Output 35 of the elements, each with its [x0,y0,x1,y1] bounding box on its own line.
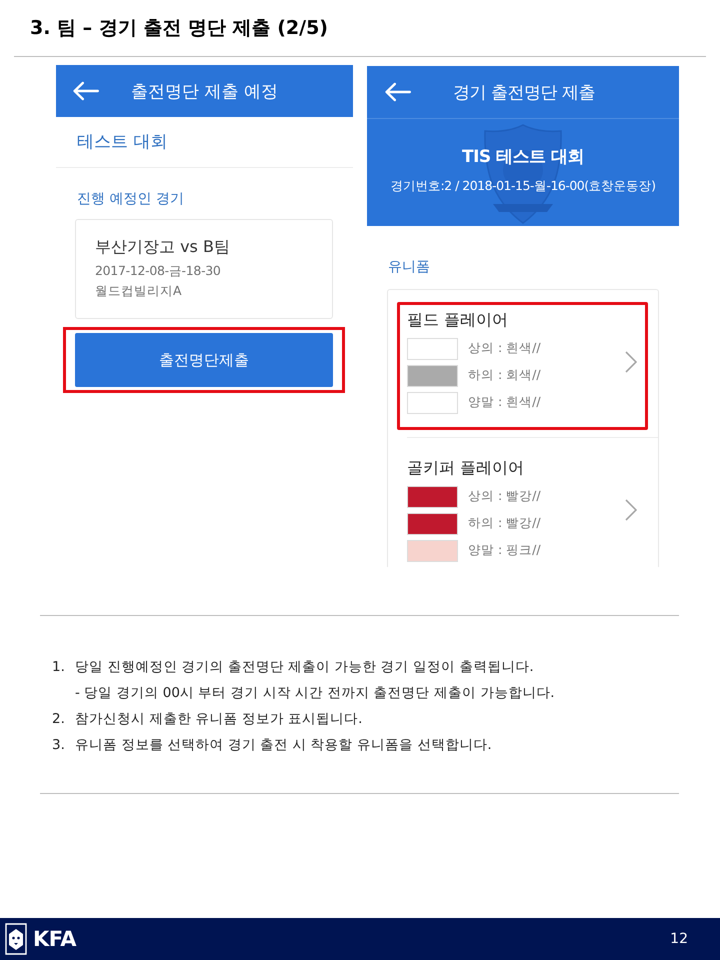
uniform-item-label: 하의 : 회색// [468,367,541,384]
header-title: 출전명단 제출 예정 [131,80,278,102]
note-text: 유니폼 정보를 선택하여 경기 출전 시 착용할 유니폼을 선택합니다. [75,736,492,755]
slide-title: 3. 팀 – 경기 출전 명단 제출 (2/5) [30,16,328,41]
banner-title: TIS 테스트 대회 [462,146,584,169]
section-label: 유니폼 [388,258,430,277]
page-number: 12 [670,931,688,947]
uniform-item-label: 상의 : 빨강// [468,488,541,505]
match-card[interactable]: 부산기장고 vs B팀 2017-12-08-금-18-30 월드컵빌리지A [75,219,333,319]
logo-text: KFA [33,927,76,951]
note-number: 3. [52,736,66,755]
uniform-group-title: 필드 플레이어 [407,309,508,331]
chevron-right-icon [625,351,637,373]
match-venue: 월드컵빌리지A [95,282,182,300]
chevron-right-icon [625,499,637,521]
section-label: 진행 예정인 경기 [77,190,184,209]
header-title: 경기 출전명단 제출 [453,82,595,104]
face-emblem-icon [5,923,27,955]
note-text: 참가신청시 제출한 유니폼 정보가 표시됩니다. [75,710,362,729]
note-number: 1. [52,658,66,677]
uniform-item-label: 양말 : 핑크// [468,542,541,559]
uniform-item-label: 양말 : 흰색// [468,394,541,411]
uniform-item-label: 하의 : 빨강// [468,515,541,532]
match-date: 2017-12-08-금-18-30 [95,262,221,280]
back-arrow-icon[interactable] [385,82,411,102]
note-subtext: - 당일 경기의 00시 부터 경기 시작 시간 전까지 출전명단 제출이 가능합니다. [75,684,555,703]
note-text: 당일 진행예정인 경기의 출전명단 제출이 가능한 경기 일정이 출력됩니다. [75,658,534,677]
banner-subtitle: 경기번호:2 / 2018-01-15-월-16-00(효창운동장) [390,177,656,195]
uniform-item-label: 상의 : 흰색// [468,340,541,357]
match-teams: 부산기장고 vs B팀 [95,236,230,258]
competition-name: 테스트 대회 [77,131,168,154]
submit-lineup-button[interactable]: 출전명단제출 [75,333,333,387]
back-arrow-icon[interactable] [73,81,99,101]
uniform-group-title: 골키퍼 플레이어 [407,457,524,479]
note-number: 2. [52,710,66,729]
